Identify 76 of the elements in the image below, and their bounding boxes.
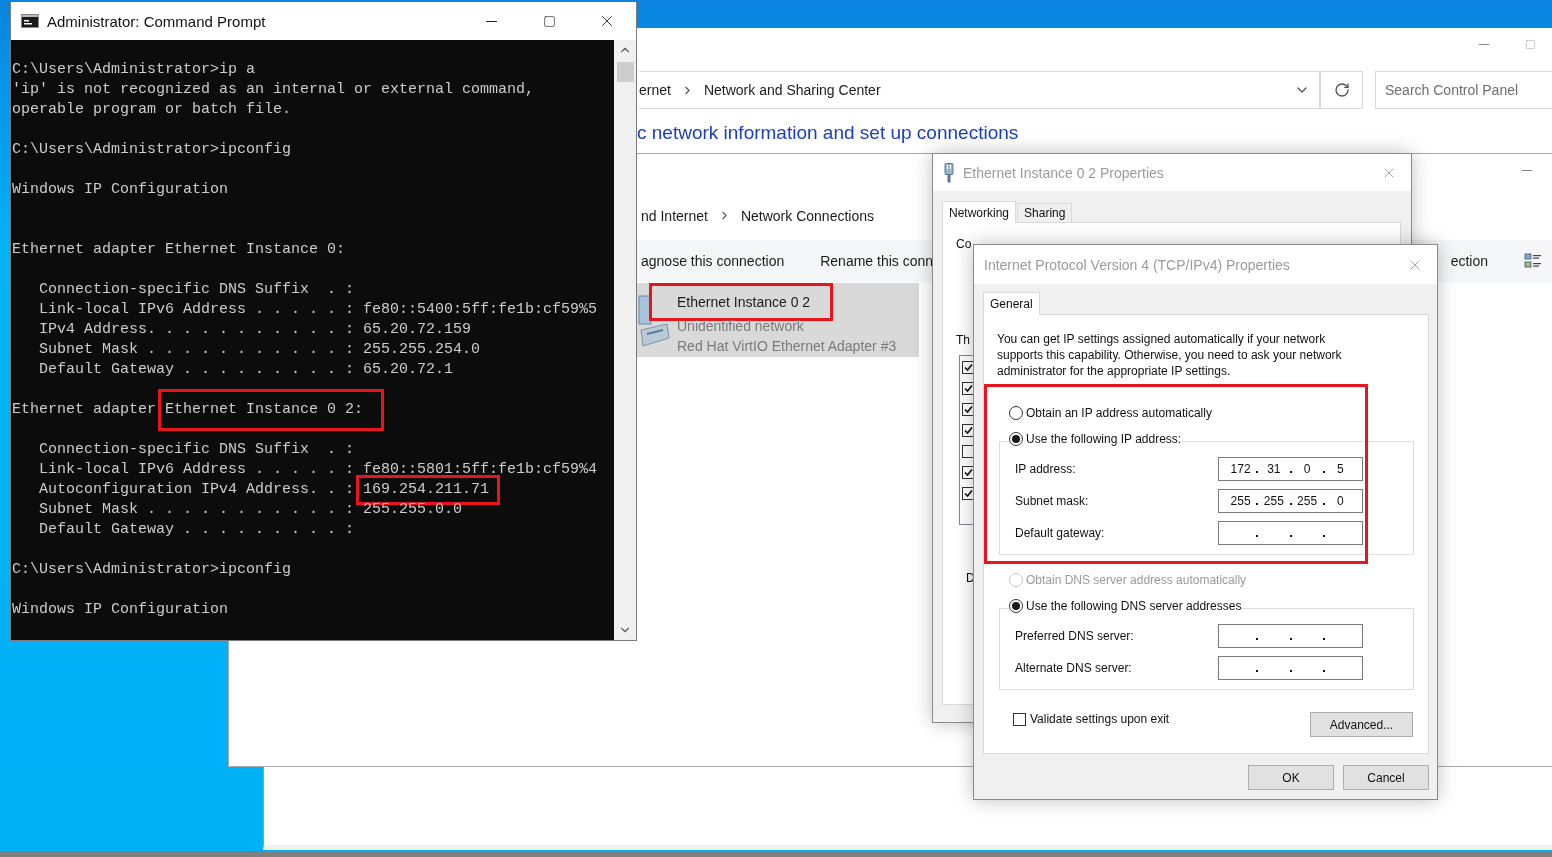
tab[interactable]: General: [983, 292, 1040, 315]
breadcrumb-item[interactable]: Network and Sharing Center: [703, 82, 881, 98]
console-text: Connection-specific DNS Suffix . :: [38, 281, 355, 298]
scrollbar[interactable]: [614, 40, 636, 640]
console-text: Ethernet adapter: [12, 401, 158, 418]
label-text: Th: [956, 333, 970, 347]
ip-address-field[interactable]: 172 31 0 5: [1218, 457, 1363, 481]
search-field[interactable]: Search Control Panel: [1375, 71, 1552, 109]
breadcrumb-item[interactable]: Network Connections: [740, 207, 874, 224]
ip-address-field[interactable]: [1218, 656, 1363, 680]
view-options-icon[interactable]: [1524, 252, 1542, 270]
console-text: 'ip' is not recognized as an internal or external command,: [12, 81, 535, 98]
toolbar-command[interactable]: Rename this conn: [820, 253, 934, 269]
minimize-icon: [485, 20, 497, 22]
field-label: IP address:: [1015, 462, 1077, 476]
console-icon: [21, 14, 39, 28]
checkmark-icon: [964, 489, 973, 498]
console-text: Windows IP Configuration: [12, 601, 229, 618]
maximize-icon: [1524, 38, 1536, 50]
tab[interactable]: Sharing: [1017, 203, 1073, 222]
minimize-icon: [1479, 43, 1489, 45]
network-adapter-icon: [637, 294, 671, 350]
refresh-button[interactable]: [1321, 71, 1363, 109]
breadcrumb-item[interactable]: ernet: [639, 82, 671, 98]
dialog-title: Internet Protocol Version 4 (TCP/IPv4) Properties: [984, 256, 1290, 273]
address-bar[interactable]: ernet Network and Sharing Center: [639, 71, 1321, 109]
console-text: Subnet Mask . . . . . . . . . . . : 255.255.254.0: [38, 341, 481, 358]
console-text: Windows IP Configuration: [12, 181, 229, 198]
ip-address-field[interactable]: [1218, 624, 1363, 648]
ethernet-plug-icon: [943, 162, 955, 183]
field-label: Default gateway:: [1015, 526, 1106, 540]
console-text: Link-local IPv6 Address . . . . . : fe80::5801:5ff:fe1b:cf59%4: [38, 461, 598, 478]
console-text: operable program or batch file.: [12, 101, 292, 118]
connection-tile[interactable]: Ethernet Instance 0 2 Unidentified network Red Hat VirtIO Ethernet Adapter #3: [637, 283, 919, 357]
toolbar-command[interactable]: agnose this connection: [641, 253, 785, 269]
dialog-button[interactable]: OK: [1248, 765, 1334, 790]
console-text: Autoconfiguration IPv4 Address. . :: [38, 481, 356, 498]
radio-option[interactable]: Use the following IP address:: [1009, 431, 1182, 447]
field-label: Alternate DNS server:: [1015, 661, 1133, 675]
checkmark-icon: [964, 363, 973, 372]
checkbox[interactable]: Validate settings upon exit: [1013, 712, 1170, 726]
console-text: Default Gateway . . . . . . . . . :: [38, 521, 355, 538]
radio-option[interactable]: Obtain an IP address automatically: [1009, 405, 1212, 421]
checkmark-icon: [964, 426, 973, 435]
console-text: C:\Users\Administrator>ip a: [12, 61, 256, 78]
breadcrumb-item[interactable]: nd Internet: [641, 207, 708, 224]
console-text: Link-local IPv6 Address . . . . . : fe80::5400:5ff:fe1b:cf59%5: [38, 301, 598, 318]
checkmark-icon: [964, 405, 973, 414]
console-text: Connection-specific DNS Suffix . :: [38, 441, 355, 458]
ip-address-field[interactable]: [1218, 521, 1363, 545]
console-text: C:\Users\Administrator>ipconfig: [12, 561, 292, 578]
toolbar-command[interactable]: ection: [1450, 253, 1488, 269]
radio-option[interactable]: Use the following DNS server addresses: [1009, 598, 1242, 614]
field-label: Subnet mask:: [1015, 494, 1090, 508]
dialog-button[interactable]: Cancel: [1343, 765, 1429, 790]
advanced-button[interactable]: Advanced...: [1310, 712, 1413, 737]
adapter-name: Red Hat VirtIO Ethernet Adapter #3: [677, 337, 897, 356]
ip-address-field[interactable]: 255 255 255 0: [1218, 489, 1363, 513]
console-text: IPv4 Address. . . . . . . . . . . : 65.20.72.159: [38, 321, 472, 338]
highlighted-console-text: Ethernet Instance 0 2:: [158, 389, 385, 431]
page-heading: c network information and set up connections: [636, 122, 1020, 144]
maximize-icon: [542, 14, 556, 28]
checkmark-icon: [964, 384, 973, 393]
minimize-icon: [1522, 169, 1532, 171]
label-text: Co: [956, 237, 972, 251]
refresh-icon: [1333, 82, 1350, 98]
checkmark-icon: [964, 468, 973, 477]
description-text: You can get IP settings assigned automatically if your network supports this capability. Otherwise, you need to ask your network administrator for the appropriate IP settings.: [996, 331, 1343, 379]
dialog-title: Ethernet Instance 0 2 Properties: [963, 164, 1164, 181]
console-text: Default Gateway . . . . . . . . . : 65.20.72.1: [38, 361, 454, 378]
console-text: C:\Users\Administrator>ipconfig: [12, 141, 292, 158]
scrollbar-thumb[interactable]: [616, 62, 634, 82]
tab[interactable]: Networking: [942, 201, 1017, 223]
field-label: Preferred DNS server:: [1015, 629, 1135, 643]
window-title: Administrator: Command Prompt: [47, 12, 266, 30]
console-text: Ethernet adapter Ethernet Instance 0:: [12, 241, 346, 258]
